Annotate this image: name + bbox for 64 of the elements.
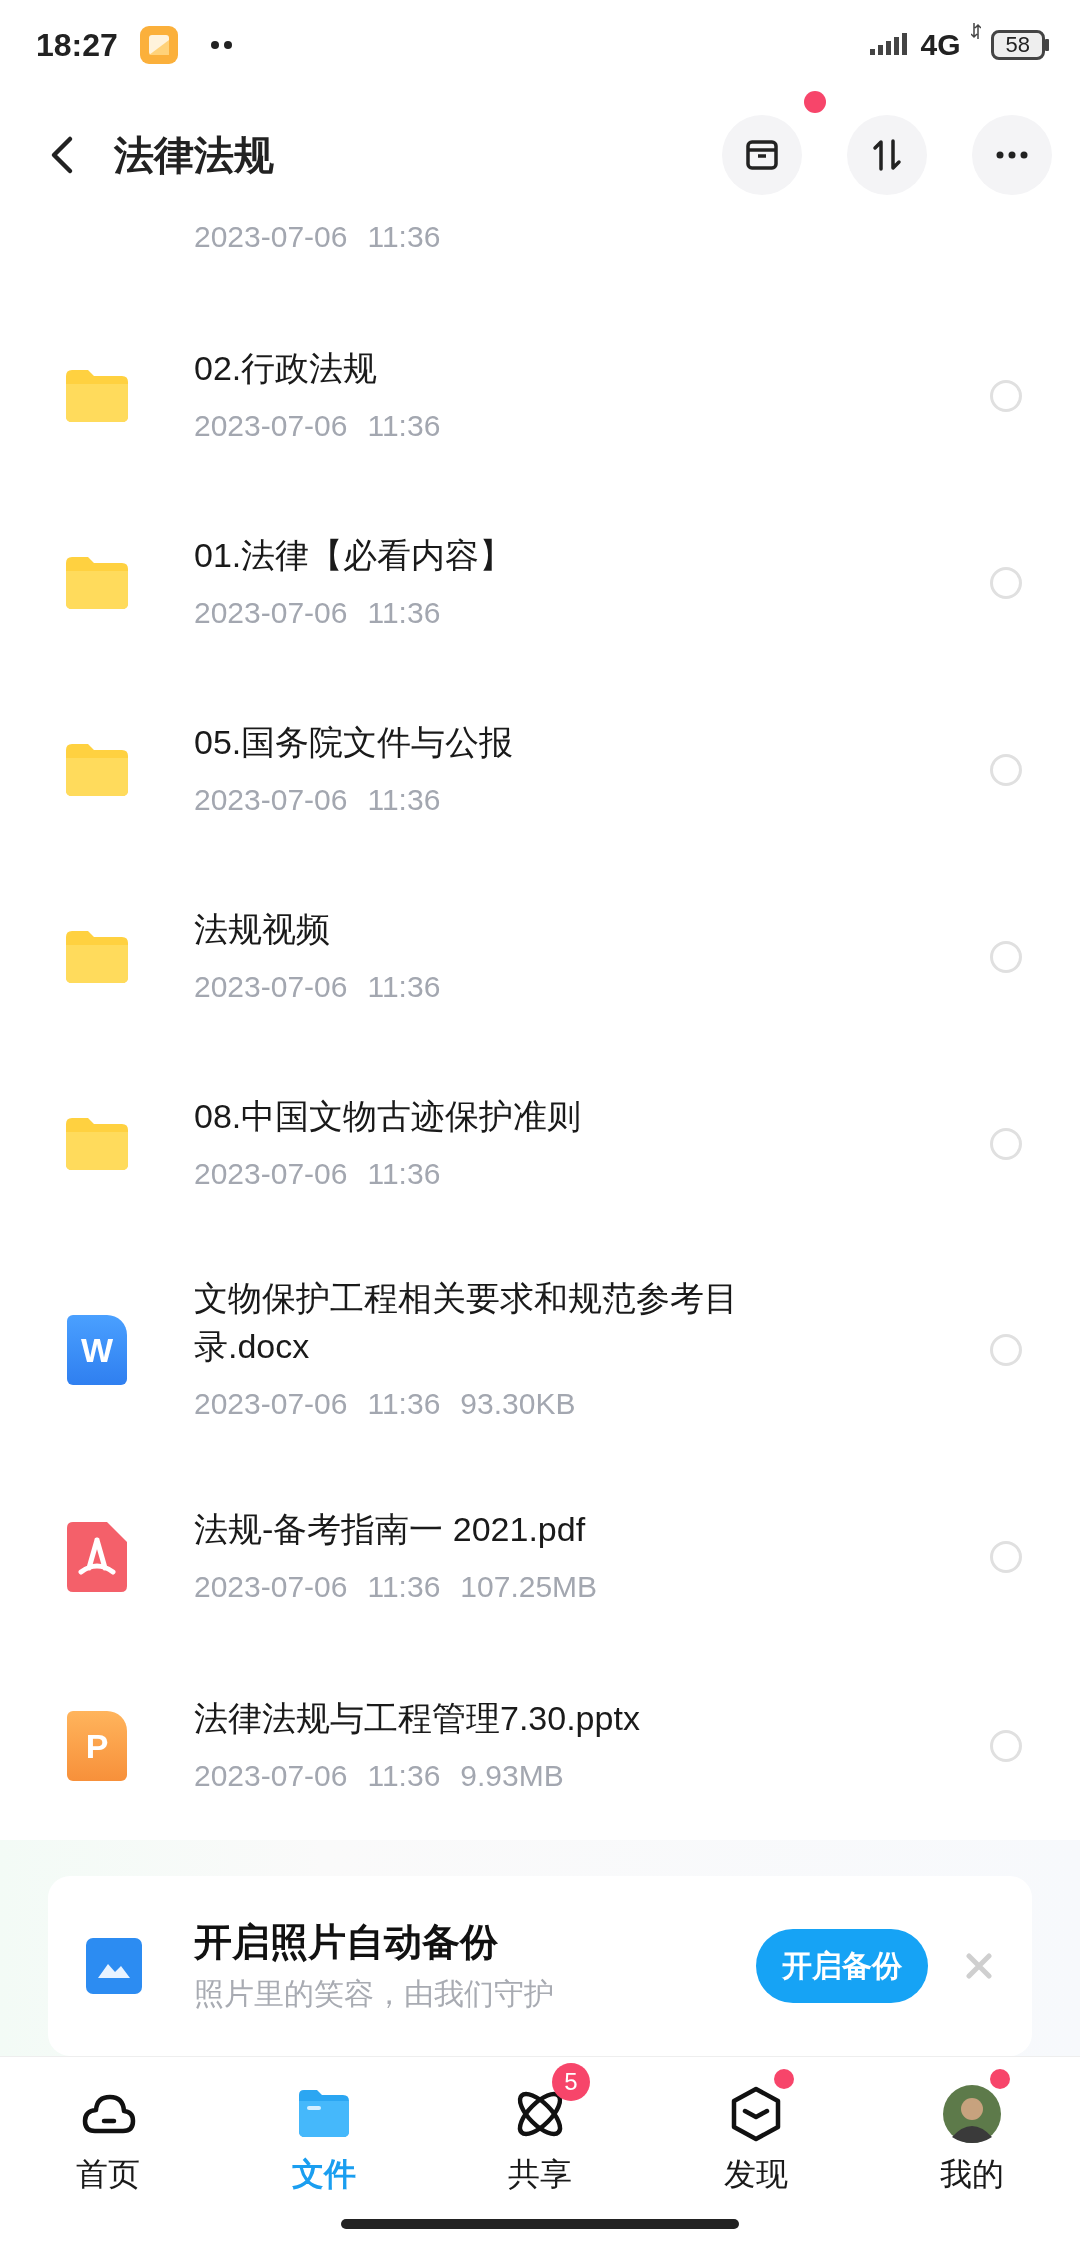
modified-time: 11:36 bbox=[367, 594, 441, 631]
close-icon[interactable] bbox=[966, 1953, 992, 1979]
clock: 18:27 bbox=[36, 26, 118, 64]
folder-icon bbox=[66, 369, 128, 422]
banner-title: 开启照片自动备份 bbox=[194, 1920, 499, 1965]
network-type: 4G bbox=[920, 28, 961, 62]
modified-date: 2023-07-06 bbox=[194, 594, 348, 631]
modified-time: 11:36 bbox=[367, 968, 441, 1005]
count-badge: 5 bbox=[552, 2063, 590, 2101]
battery-tip-icon bbox=[1045, 39, 1050, 51]
folder-icon bbox=[66, 1117, 128, 1170]
select-radio[interactable] bbox=[990, 379, 1022, 412]
file-name: 01.法律【必看内容】 bbox=[194, 534, 515, 576]
select-radio[interactable] bbox=[990, 1333, 1022, 1366]
folder-icon bbox=[66, 743, 128, 796]
file-name: 05.国务院文件与公报 bbox=[194, 721, 515, 763]
word-file-icon: W bbox=[67, 1314, 127, 1385]
page-title: 法律法规 bbox=[114, 131, 275, 179]
modified-time: 11:36 bbox=[367, 1758, 441, 1794]
modified-date: 2023-07-06 bbox=[194, 1758, 348, 1794]
select-radio[interactable] bbox=[990, 753, 1022, 786]
banner-subtitle: 照片里的笑容，由我们守护 bbox=[194, 1976, 555, 2012]
file-size: 93.30KB bbox=[460, 1385, 576, 1422]
file-name: 文物保护工程相关要求和规范参考目录.docx bbox=[194, 1277, 739, 1367]
nav-tab[interactable]: 发现 bbox=[648, 2059, 864, 2197]
select-radio[interactable] bbox=[990, 1127, 1022, 1160]
select-radio[interactable] bbox=[990, 1730, 1022, 1762]
modified-time: 11:36 bbox=[367, 1385, 441, 1422]
modified-date: 2023-07-06 bbox=[194, 968, 348, 1005]
modified-date: 2023-07-06 bbox=[194, 1385, 348, 1422]
modified-time: 11:36 bbox=[367, 220, 441, 255]
folder-icon bbox=[66, 556, 128, 609]
modified-time: 11:36 bbox=[367, 1155, 441, 1192]
nav-tab[interactable]: 我的 bbox=[864, 2059, 1080, 2197]
pdf-file-icon bbox=[67, 1522, 127, 1592]
modified-date: 2023-07-06 bbox=[194, 1569, 348, 1605]
archive-icon bbox=[744, 137, 780, 173]
file-size: 9.93MB bbox=[460, 1758, 564, 1794]
modified-time: 11:36 bbox=[367, 781, 441, 818]
file-name: 02.行政法规 bbox=[194, 347, 379, 389]
modified-date: 2023-07-06 bbox=[194, 220, 348, 255]
select-radio[interactable] bbox=[990, 940, 1022, 973]
modified-time: 11:36 bbox=[367, 407, 441, 444]
nav-tab[interactable]: 共享 5 bbox=[432, 2059, 648, 2197]
file-name: 法律法规与工程管理7.30.pptx bbox=[194, 1698, 641, 1739]
file-name: 法规-备考指南一 2021.pdf bbox=[194, 1509, 587, 1550]
battery-level: 58 bbox=[990, 30, 1045, 60]
modified-date: 2023-07-06 bbox=[194, 407, 348, 444]
modified-time: 11:36 bbox=[367, 1569, 441, 1605]
file-name: 法规视频 bbox=[194, 908, 331, 950]
app-notification-icon bbox=[139, 26, 178, 64]
modified-date: 2023-07-06 bbox=[194, 781, 348, 818]
select-radio[interactable] bbox=[990, 566, 1022, 599]
select-radio[interactable] bbox=[990, 1541, 1022, 1573]
photo-icon bbox=[86, 1938, 142, 1994]
avatar bbox=[943, 2085, 1001, 2143]
slides-file-icon: P bbox=[67, 1711, 127, 1781]
file-size: 107.25MB bbox=[460, 1569, 598, 1605]
modified-date: 2023-07-06 bbox=[194, 1155, 348, 1192]
data-arrows-icon bbox=[970, 23, 981, 39]
nav-tab[interactable]: 首页 bbox=[0, 2059, 216, 2197]
more-icon bbox=[996, 151, 1028, 159]
folder-icon bbox=[66, 930, 128, 983]
file-name: 08.中国文物古迹保护准则 bbox=[194, 1095, 583, 1137]
